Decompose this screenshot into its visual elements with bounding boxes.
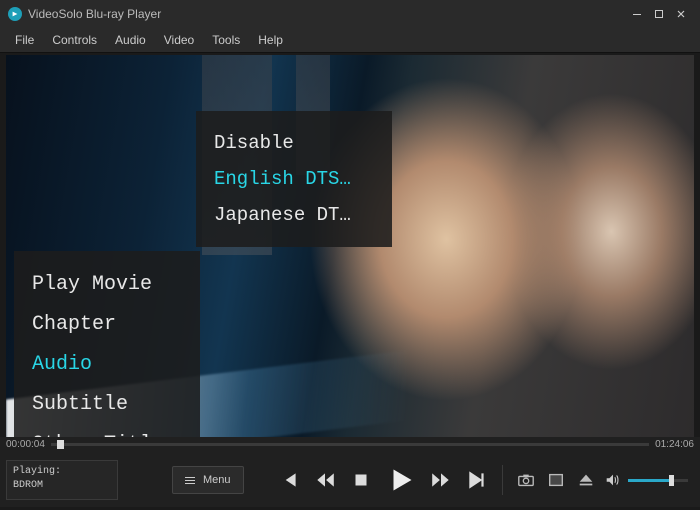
time-total: 01:24:06	[655, 439, 694, 450]
audio-option-disable[interactable]: Disable	[214, 125, 374, 161]
volume-icon[interactable]	[604, 471, 622, 489]
video-viewport: Disable English DTS… Japanese DT… Play M…	[6, 55, 694, 439]
playback-buttons	[278, 465, 488, 495]
menu-controls[interactable]: Controls	[43, 33, 106, 47]
play-button[interactable]	[386, 465, 416, 495]
utility-buttons	[517, 471, 595, 489]
menu-tools[interactable]: Tools	[203, 33, 249, 47]
disc-menu-chapter[interactable]: Chapter	[32, 305, 182, 345]
minimize-button[interactable]	[626, 3, 648, 25]
maximize-button[interactable]	[648, 3, 670, 25]
divider	[502, 465, 503, 495]
menu-button-label: Menu	[203, 474, 231, 486]
menu-audio[interactable]: Audio	[106, 33, 155, 47]
now-playing-source: BDROM	[13, 479, 111, 493]
disc-menu-audio[interactable]: Audio	[32, 345, 182, 385]
stop-button[interactable]	[350, 469, 372, 491]
next-button[interactable]	[466, 469, 488, 491]
volume-slider[interactable]	[628, 479, 688, 482]
now-playing-label: Playing:	[13, 465, 111, 479]
title-bar: VideoSolo Blu-ray Player	[0, 0, 700, 28]
menu-file[interactable]: File	[6, 33, 43, 47]
previous-button[interactable]	[278, 469, 300, 491]
menu-bar: File Controls Audio Video Tools Help	[0, 28, 700, 53]
disc-menu-button[interactable]: Menu	[172, 466, 244, 494]
disc-menu-subtitle[interactable]: Subtitle	[32, 385, 182, 425]
app-title: VideoSolo Blu-ray Player	[28, 7, 161, 21]
audio-option-english[interactable]: English DTS…	[214, 161, 374, 197]
menu-video[interactable]: Video	[155, 33, 203, 47]
disc-menu-panel: Play Movie Chapter Audio Subtitle Other …	[14, 251, 200, 439]
app-logo-icon	[8, 7, 22, 21]
disc-menu-play-movie[interactable]: Play Movie	[32, 265, 182, 305]
now-playing-box: Playing: BDROM	[6, 460, 118, 500]
hamburger-icon	[185, 477, 195, 484]
close-button[interactable]	[670, 3, 692, 25]
time-elapsed: 00:00:04	[6, 439, 45, 450]
rewind-button[interactable]	[314, 469, 336, 491]
seek-bar-row: 00:00:04 01:24:06	[6, 437, 694, 451]
menu-help[interactable]: Help	[249, 33, 292, 47]
eject-button[interactable]	[577, 471, 595, 489]
volume-fill	[628, 479, 670, 482]
volume-knob[interactable]	[669, 475, 674, 486]
transport-bar: 00:00:04 01:24:06 Playing: BDROM Menu	[0, 437, 700, 507]
volume-control	[604, 471, 688, 489]
seek-knob[interactable]	[57, 440, 64, 449]
fast-forward-button[interactable]	[430, 469, 452, 491]
audio-option-japanese[interactable]: Japanese DT…	[214, 197, 374, 233]
seek-slider[interactable]	[51, 443, 649, 446]
controls-row: Playing: BDROM Menu	[0, 457, 700, 503]
audio-submenu-panel: Disable English DTS… Japanese DT…	[196, 111, 392, 247]
snapshot-button[interactable]	[517, 471, 535, 489]
open-file-button[interactable]	[547, 471, 565, 489]
